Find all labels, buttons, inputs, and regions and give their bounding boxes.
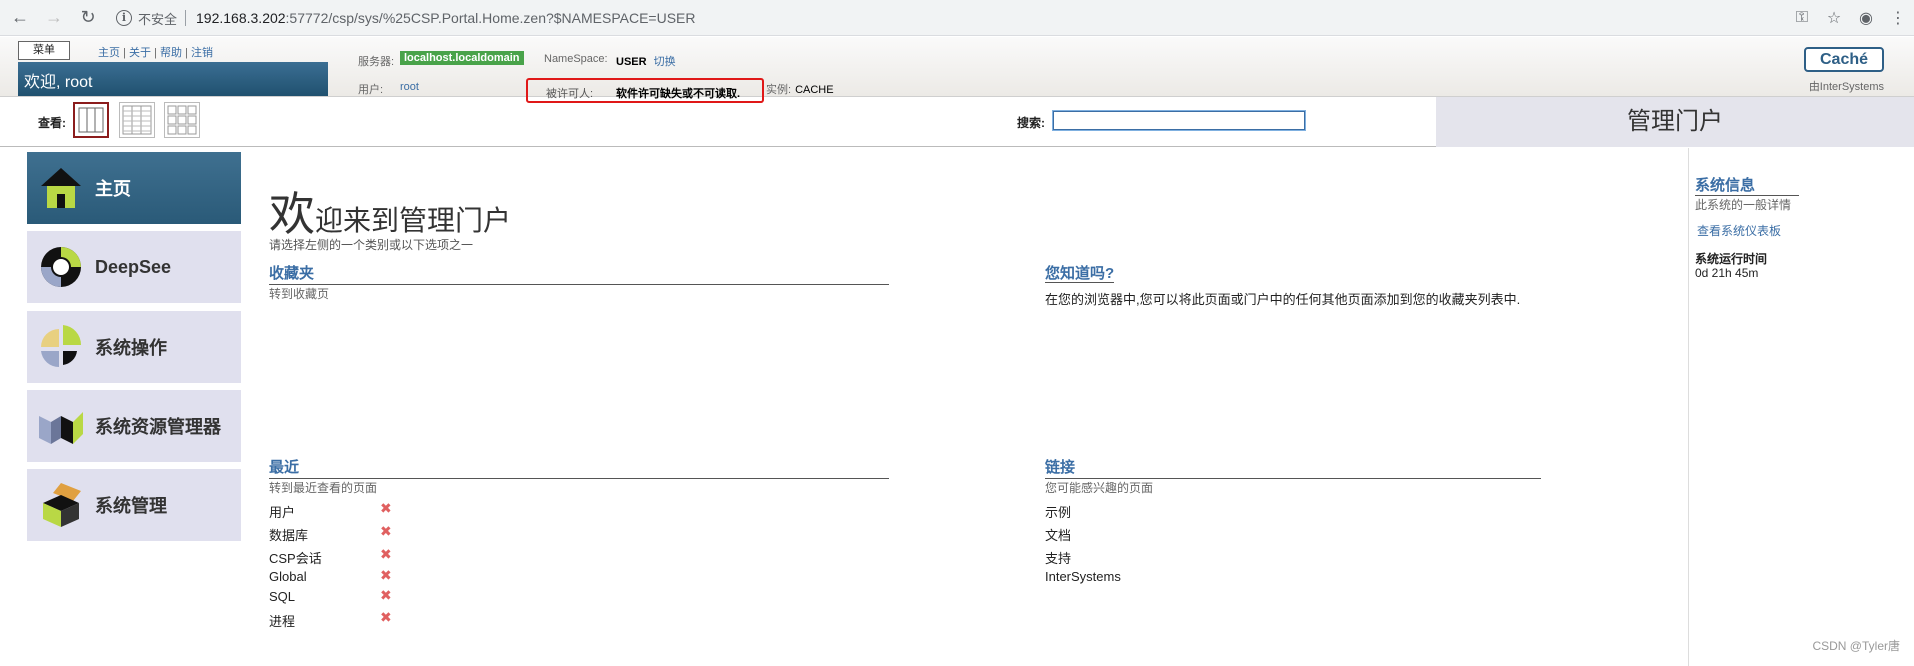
reload-icon[interactable]: ↻ — [74, 4, 102, 32]
remove-icon[interactable]: ✖ — [380, 523, 392, 540]
namespace-value: USER — [616, 56, 647, 68]
nav-deepsee-label: DeepSee — [95, 256, 172, 277]
nav-system-explorer[interactable]: 系统资源管理器 — [27, 390, 241, 462]
remove-icon[interactable]: ✖ — [380, 567, 392, 584]
more-menu-icon[interactable]: ⋮ — [1882, 8, 1914, 28]
portal-title: 管理门户 — [1436, 97, 1914, 147]
watermark: CSDN @Tyler唐 — [1812, 639, 1900, 653]
link-item[interactable]: InterSystems — [1045, 569, 1121, 584]
links-subtitle: 您可能感兴趣的页面 — [1045, 481, 1154, 495]
search-label: 搜索: — [1017, 116, 1045, 130]
star-icon[interactable]: ☆ — [1818, 8, 1850, 28]
view-tiles-button[interactable] — [164, 102, 200, 138]
didyouknow-text: 在您的浏览器中,您可以将此页面或门户中的任何其他页面添加到您的收藏夹列表中. — [1045, 292, 1521, 307]
page-title: 欢迎来到管理门户 — [269, 178, 511, 244]
cache-logo-button[interactable]: Caché — [1804, 47, 1884, 72]
view-columns-button[interactable] — [73, 102, 109, 138]
link-item[interactable]: 示例 — [1045, 502, 1071, 521]
user-value: root — [400, 81, 419, 93]
account-icon[interactable]: ◉ — [1850, 8, 1882, 28]
instance: 实例: CACHE — [766, 81, 834, 97]
nav-deepsee[interactable]: DeepSee — [27, 231, 241, 303]
view-search-row: 查看: 搜索: 管理门户 — [0, 97, 1914, 147]
browser-toolbar: ← → ↻ i 不安全 192.168.3.202:57772/csp/sys/… — [0, 0, 1914, 36]
link-item[interactable]: 支持 — [1045, 548, 1071, 567]
logout-link[interactable]: 注销 — [191, 47, 213, 59]
insecure-label: 不安全 — [138, 11, 178, 27]
menu-button[interactable]: 菜单 — [18, 41, 70, 60]
about-link[interactable]: 关于 — [129, 47, 151, 59]
deepsee-icon — [41, 247, 81, 287]
tiles-icon — [167, 105, 197, 135]
nav-system-admin[interactable]: 系统管理 — [27, 469, 241, 541]
address-bar[interactable]: i 不安全 192.168.3.202:57772/csp/sys/%25CSP… — [106, 4, 1846, 32]
home-icon — [41, 168, 81, 208]
nav-system-operation-label: 系统操作 — [95, 338, 167, 358]
link-item[interactable]: 文档 — [1045, 525, 1071, 544]
recent-subtitle: 转到最近查看的页面 — [269, 481, 378, 495]
instance-value: CACHE — [795, 84, 834, 96]
remove-icon[interactable]: ✖ — [380, 500, 392, 517]
nav-system-admin-label: 系统管理 — [95, 496, 167, 516]
page-subtitle: 请选择左侧的一个类别或以下选项之一 — [269, 238, 474, 252]
welcome-banner: 欢迎, root — [18, 62, 328, 96]
system-info-subtitle: 此系统的一般详情 — [1695, 198, 1792, 212]
system-info-title: 系统信息 — [1695, 174, 1800, 196]
favorites-title[interactable]: 收藏夹 — [269, 262, 889, 285]
view-list-button[interactable] — [119, 102, 155, 138]
list-grid-icon — [122, 105, 152, 135]
server-label: 服务器: — [358, 56, 395, 68]
favorites-subtitle: 转到收藏页 — [269, 287, 330, 301]
remove-icon[interactable]: ✖ — [380, 546, 392, 563]
by-intersystems: 由InterSystems — [1808, 81, 1884, 93]
home-link[interactable]: 主页 — [98, 47, 120, 59]
pie-chart-icon — [41, 325, 82, 368]
info-icon[interactable]: i — [116, 10, 132, 26]
top-links: 主页 | 关于 | 帮助 | 注销 — [98, 47, 213, 59]
help-link[interactable]: 帮助 — [160, 47, 182, 59]
remove-icon[interactable]: ✖ — [380, 587, 392, 604]
portal-header: 菜单 主页 | 关于 | 帮助 | 注销 欢迎, root 服务器: local… — [0, 37, 1914, 103]
recent-title[interactable]: 最近 — [269, 456, 889, 479]
namespace-label: NameSpace: — [544, 53, 608, 65]
nav-system-operation[interactable]: 系统操作 — [27, 311, 241, 383]
uptime-label: 系统运行时间 — [1695, 252, 1768, 266]
back-icon[interactable]: ← — [6, 4, 34, 32]
url-host: 192.168.3.202 — [196, 10, 286, 26]
links-title: 链接 — [1045, 456, 1541, 479]
forward-icon[interactable]: → — [40, 4, 68, 32]
nav-home-label: 主页 — [95, 179, 131, 199]
nav-system-explorer-label: 系统资源管理器 — [95, 417, 221, 437]
explorer-icon — [39, 412, 83, 444]
url-path: :57772/csp/sys/%25CSP.Portal.Home.zen?$N… — [285, 10, 696, 26]
didyouknow-title-text: 您知道吗? — [1045, 265, 1115, 283]
page-title-rest: 迎来到管理门户 — [315, 205, 512, 236]
view-label: 查看: — [38, 116, 66, 130]
nav-home[interactable]: 主页 — [27, 152, 241, 224]
uptime-value: 0d 21h 45m — [1695, 266, 1759, 280]
user-label: 用户: — [358, 84, 384, 96]
didyouknow-title: 您知道吗? — [1045, 262, 1577, 284]
server-value: localhost.localdomain — [400, 51, 524, 65]
columns-icon — [78, 107, 104, 133]
remove-icon[interactable]: ✖ — [380, 609, 392, 626]
page-title-first-char: 欢 — [269, 188, 315, 240]
switch-namespace-link[interactable]: 切换 — [654, 56, 676, 68]
admin-box-icon — [43, 483, 81, 527]
system-info-panel: 系统信息 此系统的一般详情 查看系统仪表板 系统运行时间 0d 21h 45m — [1688, 148, 1914, 666]
key-icon[interactable]: ⚿ — [1786, 9, 1818, 27]
view-dashboard-link[interactable]: 查看系统仪表板 — [1697, 222, 1781, 239]
divider — [185, 10, 187, 26]
search-input[interactable] — [1052, 110, 1306, 131]
instance-label: 实例: — [766, 84, 792, 96]
